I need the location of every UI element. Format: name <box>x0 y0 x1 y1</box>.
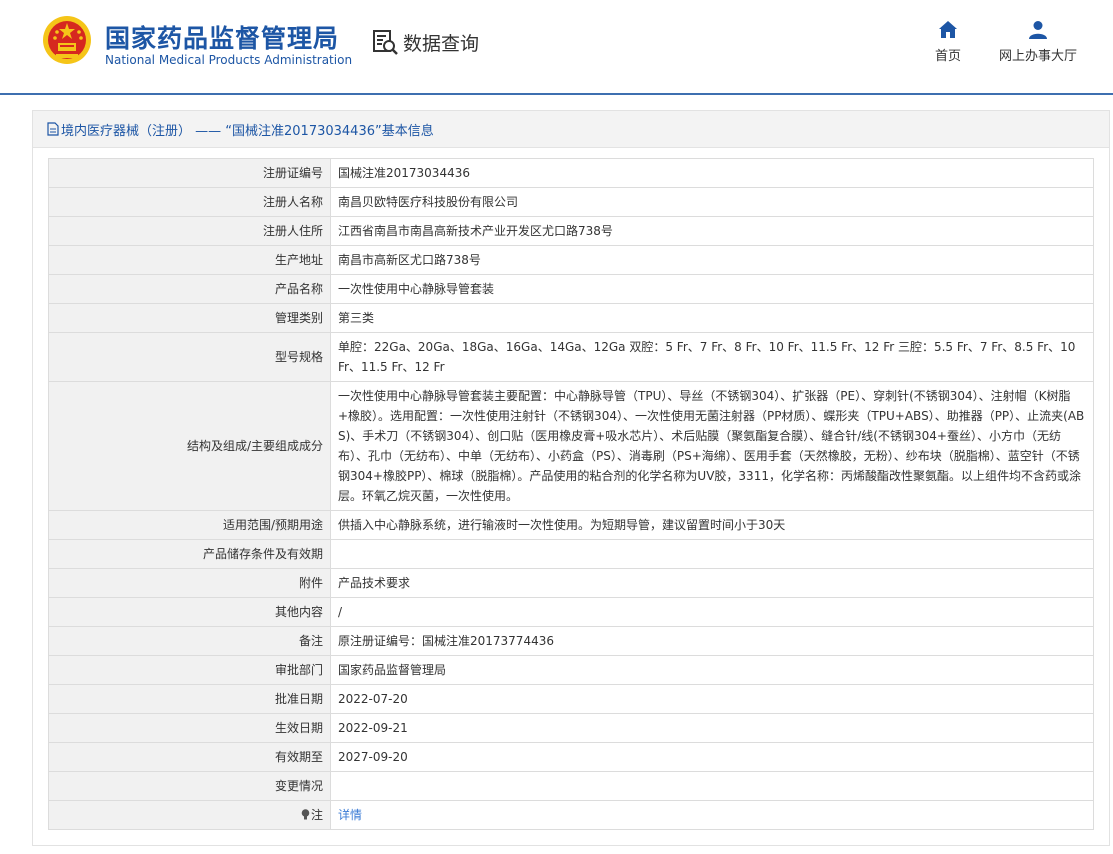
field-value: 南昌市高新区尤口路738号 <box>330 245 1094 275</box>
field-label: 管理类别 <box>48 303 331 333</box>
field-label: 批准日期 <box>48 684 331 714</box>
field-value: 第三类 <box>330 303 1094 333</box>
note-label: 注 <box>310 808 323 822</box>
field-value: 一次性使用中心静脉导管套装 <box>330 274 1094 304</box>
table-row: 产品储存条件及有效期 <box>48 539 1094 569</box>
field-value: 2027-09-20 <box>330 742 1094 772</box>
field-value: 2022-07-20 <box>330 684 1094 714</box>
field-label: 型号规格 <box>48 332 331 382</box>
basic-info-table: 注册证编号 国械注准20173034436 注册人名称 南昌贝欧特医疗科技股份有限公司… <box>48 158 1094 830</box>
field-label: 产品名称 <box>48 274 331 304</box>
table-row: 变更情况 <box>48 771 1094 801</box>
table-row: 注册人名称 南昌贝欧特医疗科技股份有限公司 <box>48 187 1094 217</box>
field-value: 单腔：22Ga、20Ga、18Ga、16Ga、14Ga、12Ga 双腔：5 Fr… <box>330 332 1094 382</box>
table-row: 适用范围/预期用途 供插入中心静脉系统，进行输液时一次性使用。为短期导管，建议留置… <box>48 510 1094 540</box>
field-label: 产品储存条件及有效期 <box>48 539 331 569</box>
field-label: 注册人名称 <box>48 187 331 217</box>
field-label: 注册人住所 <box>48 216 331 246</box>
table-row: 生效日期 2022-09-21 <box>48 713 1094 743</box>
detail-panel: 境内医疗器械（注册） —— “国械注准20173034436”基本信息 注册证编… <box>32 110 1110 846</box>
field-value: / <box>330 597 1094 627</box>
home-icon <box>939 21 957 38</box>
field-label: 变更情况 <box>48 771 331 801</box>
details-link[interactable]: 详情 <box>338 808 362 822</box>
table-row: 审批部门 国家药品监督管理局 <box>48 655 1094 685</box>
field-value: 南昌贝欧特医疗科技股份有限公司 <box>330 187 1094 217</box>
table-row: 批准日期 2022-07-20 <box>48 684 1094 714</box>
field-label: 备注 <box>48 626 331 656</box>
table-row: 备注 原注册证编号：国械注准20173774436 <box>48 626 1094 656</box>
data-query-label: 数据查询 <box>403 32 480 55</box>
site-header: 国家药品监督管理局 National Medical Products Admi… <box>0 0 1113 95</box>
field-value: 国家药品监督管理局 <box>330 655 1094 685</box>
site-subtitle: National Medical Products Administration <box>105 53 353 67</box>
nav-home-label: 首页 <box>934 49 961 64</box>
field-value: 2022-09-21 <box>330 713 1094 743</box>
field-label: 有效期至 <box>48 742 331 772</box>
field-value: 国械注准20173034436 <box>330 158 1094 188</box>
panel-title: 境内医疗器械（注册） —— “国械注准20173034436”基本信息 <box>61 123 434 139</box>
table-row-note: 注 详情 <box>48 800 1094 830</box>
bulb-icon <box>301 809 310 820</box>
user-icon <box>1029 21 1047 39</box>
table-row: 管理类别 第三类 <box>48 303 1094 333</box>
field-value: 江西省南昌市南昌高新技术产业开发区尤口路738号 <box>330 216 1094 246</box>
document-icon <box>47 122 59 136</box>
field-value <box>330 771 1094 801</box>
table-row: 注册人住所 江西省南昌市南昌高新技术产业开发区尤口路738号 <box>48 216 1094 246</box>
field-label: 结构及组成/主要组成成分 <box>48 381 331 511</box>
note-value-cell: 详情 <box>330 800 1094 830</box>
document-search-icon <box>373 30 398 55</box>
field-value <box>330 539 1094 569</box>
table-row: 注册证编号 国械注准20173034436 <box>48 158 1094 188</box>
field-label: 注册证编号 <box>48 158 331 188</box>
nav-home[interactable]: 首页 <box>930 20 966 64</box>
field-label: 适用范围/预期用途 <box>48 510 331 540</box>
table-row: 型号规格 单腔：22Ga、20Ga、18Ga、16Ga、14Ga、12Ga 双腔：… <box>48 332 1094 382</box>
data-query-link[interactable]: 数据查询 <box>371 28 479 56</box>
table-row: 生产地址 南昌市高新区尤口路738号 <box>48 245 1094 275</box>
field-label: 审批部门 <box>48 655 331 685</box>
table-row: 其他内容 / <box>48 597 1094 627</box>
table-row: 有效期至 2027-09-20 <box>48 742 1094 772</box>
table-row: 结构及组成/主要组成成分 一次性使用中心静脉导管套装主要配置：中心静脉导管（TPU… <box>48 381 1094 511</box>
field-label: 附件 <box>48 568 331 598</box>
nav-online-service-hall-label: 网上办事大厅 <box>998 49 1077 64</box>
field-value: 供插入中心静脉系统，进行输液时一次性使用。为短期导管，建议留置时间小于30天 <box>330 510 1094 540</box>
table-row: 附件 产品技术要求 <box>48 568 1094 598</box>
nav-online-service-hall[interactable]: 网上办事大厅 <box>996 20 1080 64</box>
field-value: 一次性使用中心静脉导管套装主要配置：中心静脉导管（TPU）、导丝（不锈钢304）… <box>330 381 1094 511</box>
site-title: 国家药品监督管理局 <box>105 24 340 53</box>
field-label: 其他内容 <box>48 597 331 627</box>
panel-header: 境内医疗器械（注册） —— “国械注准20173034436”基本信息 <box>33 111 1109 148</box>
table-row: 产品名称 一次性使用中心静脉导管套装 <box>48 274 1094 304</box>
national-emblem-icon <box>43 16 91 64</box>
field-label: 生效日期 <box>48 713 331 743</box>
header-divider <box>0 93 1113 95</box>
field-label: 生产地址 <box>48 245 331 275</box>
note-label-cell: 注 <box>48 800 331 830</box>
field-value: 产品技术要求 <box>330 568 1094 598</box>
field-value: 原注册证编号：国械注准20173774436 <box>330 626 1094 656</box>
